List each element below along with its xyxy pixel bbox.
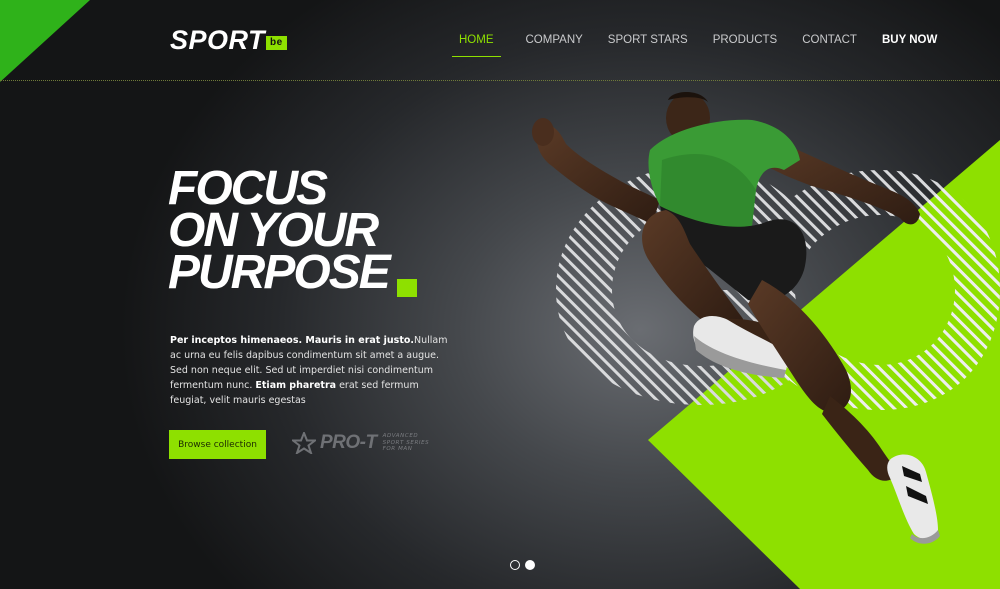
headline-line-3: PURPOSE [168, 246, 391, 299]
nav-item-buy-now[interactable]: BUY NOW [882, 34, 937, 57]
corner-accent [0, 0, 90, 82]
brand-badge: be [266, 36, 287, 50]
partner-logo[interactable]: PRO-T ADVANCED SPORT SERIES FOR MAN [292, 432, 438, 454]
hero-stage: SPORT be HOME COMPANY SPORT STARS PRODUCT… [0, 0, 1000, 589]
brand-name: SPORT [170, 25, 266, 55]
hero-headline: FOCUS ON YOUR PURPOSE [168, 165, 391, 299]
description-bold-2: Etiam pharetra [255, 380, 337, 391]
nav-item-company[interactable]: COMPANY [526, 34, 583, 57]
header-divider [0, 80, 1000, 81]
hero-description: Per inceptos himenaeos. Mauris in erat j… [170, 333, 455, 408]
main-navigation: HOME COMPANY SPORT STARS PRODUCTS CONTAC… [452, 34, 937, 57]
nav-item-sport-stars[interactable]: SPORT STARS [608, 34, 688, 57]
partner-name: PRO-T [320, 432, 377, 453]
partner-tagline: ADVANCED SPORT SERIES FOR MAN [382, 433, 430, 453]
athlete-figure [532, 92, 940, 544]
nav-item-contact[interactable]: CONTACT [802, 34, 857, 57]
accent-triangle [648, 140, 1000, 589]
headline-accent-square [397, 279, 417, 297]
slider-dot-1[interactable] [510, 560, 520, 570]
description-bold-1: Per inceptos himenaeos. Mauris in erat j… [170, 335, 414, 346]
hero-artwork [532, 92, 1000, 589]
browse-collection-button[interactable]: Browse collection [169, 430, 266, 459]
nav-item-products[interactable]: PRODUCTS [713, 34, 778, 57]
background-letter-g [556, 165, 796, 405]
slider-dot-2[interactable] [525, 560, 535, 570]
slider-pagination [510, 560, 535, 570]
star-icon [292, 432, 316, 454]
brand-logo[interactable]: SPORT be [170, 26, 287, 54]
background-letter-o [742, 170, 1000, 410]
nav-item-home[interactable]: HOME [452, 34, 501, 57]
